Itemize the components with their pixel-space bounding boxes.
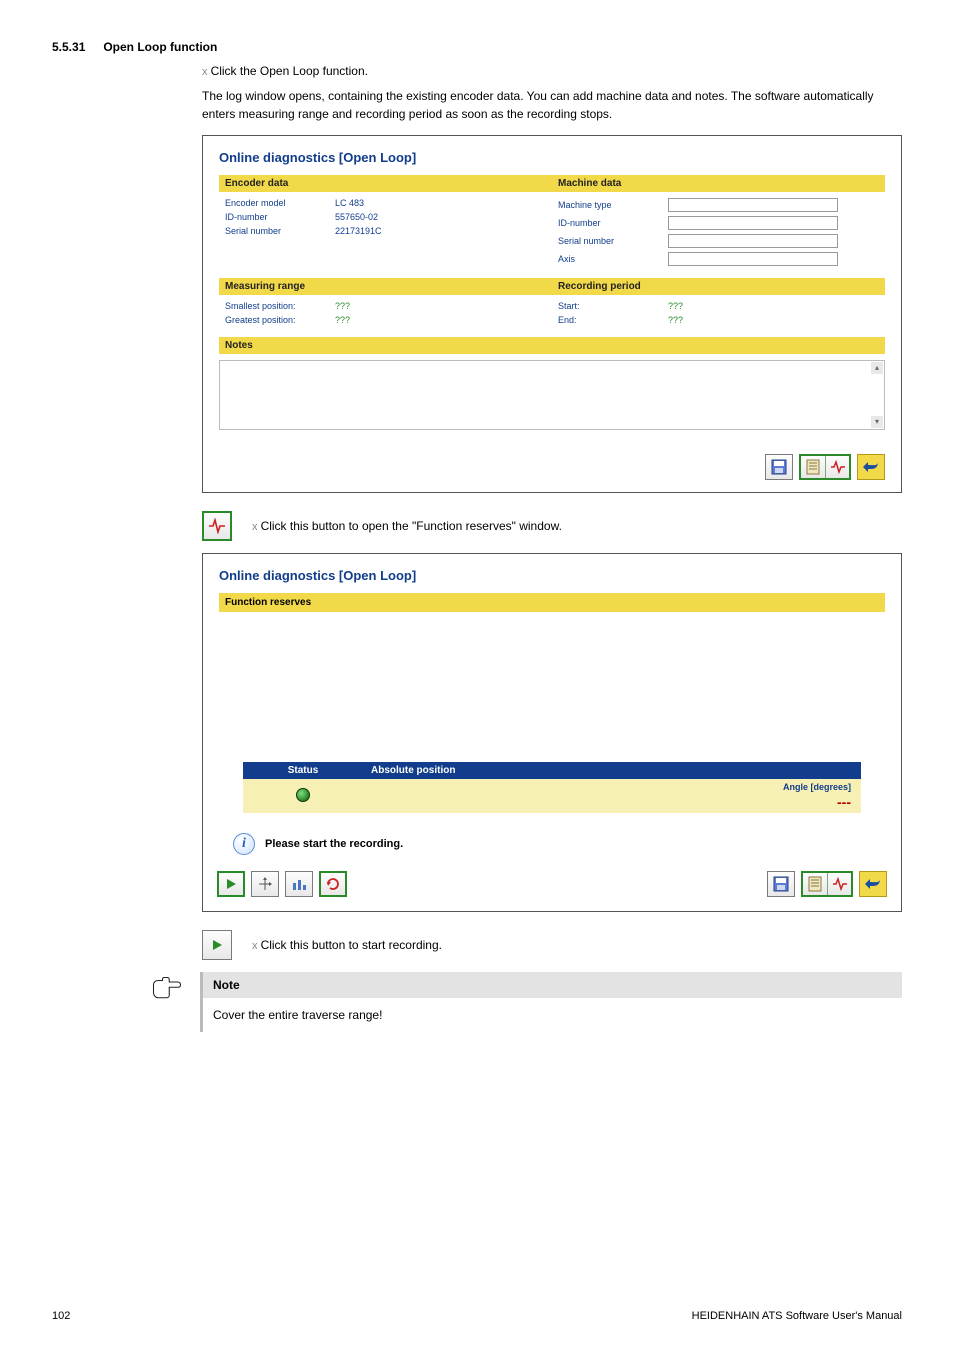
serial-number-value: 22173191C xyxy=(335,226,425,236)
toolbar-bottom xyxy=(203,444,901,492)
app-title: Online diagnostics [Open Loop] xyxy=(219,150,885,165)
note-heading: Note xyxy=(200,972,902,998)
play-caption: Click this button to start recording. xyxy=(252,938,442,952)
page-footer: 102 HEIDENHAIN ATS Software User's Manua… xyxy=(52,1310,902,1322)
axes-icon xyxy=(257,876,273,892)
screenshot-open-loop-log: Online diagnostics [Open Loop] Encoder d… xyxy=(202,135,902,493)
machine-serial-label: Serial number xyxy=(558,236,668,246)
notes-header: Notes xyxy=(219,337,885,354)
greatest-position-value: ??? xyxy=(335,315,350,325)
screenshot-function-reserves: Online diagnostics [Open Loop] Function … xyxy=(202,553,902,912)
recording-period-header: Recording period xyxy=(552,278,885,295)
scroll-down-icon[interactable]: ▾ xyxy=(871,416,883,428)
play-icon xyxy=(210,938,224,952)
start-value: ??? xyxy=(668,301,683,311)
status-col-header: Status xyxy=(243,762,363,779)
angle-value: --- xyxy=(751,794,851,810)
id-number-label: ID-number xyxy=(225,212,335,222)
axis-input[interactable] xyxy=(668,252,838,266)
floppy-icon xyxy=(773,876,789,892)
measuring-range-header: Measuring range xyxy=(219,278,552,295)
encoder-model-value: LC 483 xyxy=(335,198,425,208)
function-reserves-body xyxy=(219,612,885,762)
machine-type-label: Machine type xyxy=(558,200,668,210)
play-button-inline[interactable] xyxy=(202,930,232,960)
function-reserves-button[interactable] xyxy=(202,511,232,541)
end-label: End: xyxy=(558,315,668,325)
report-signal-buttons xyxy=(799,454,851,480)
note-body: Cover the entire traverse range! xyxy=(200,998,902,1032)
section-heading: 5.5.31 Open Loop function xyxy=(52,40,902,54)
function-reserves-header: Function reserves xyxy=(219,593,885,612)
pulse-icon xyxy=(208,518,226,534)
intro-paragraph: The log window opens, containing the exi… xyxy=(202,87,902,123)
axis-label: Axis xyxy=(558,254,668,264)
back-button[interactable] xyxy=(857,454,885,480)
abs-pos-col-header: Absolute position xyxy=(363,762,861,779)
machine-type-input[interactable] xyxy=(668,198,838,212)
chart-button[interactable] xyxy=(285,871,313,897)
pointing-hand-icon xyxy=(152,976,182,1000)
signal-button-2[interactable] xyxy=(827,873,851,895)
machine-id-label: ID-number xyxy=(558,218,668,228)
scroll-up-icon[interactable]: ▴ xyxy=(871,362,883,374)
report-button-2[interactable] xyxy=(803,873,827,895)
notes-textarea[interactable]: ▴ ▾ xyxy=(219,360,885,430)
return-arrow-icon xyxy=(864,877,882,891)
play-button[interactable] xyxy=(217,871,245,897)
machine-id-input[interactable] xyxy=(668,216,838,230)
serial-number-label: Serial number xyxy=(225,226,335,236)
app-title-2: Online diagnostics [Open Loop] xyxy=(219,568,885,583)
encoder-model-label: Encoder model xyxy=(225,198,335,208)
status-row: Angle [degrees] --- xyxy=(243,779,861,813)
smallest-position-label: Smallest position: xyxy=(225,301,335,311)
status-dot-icon xyxy=(296,788,310,802)
info-icon: i xyxy=(233,833,255,855)
footer-title: HEIDENHAIN ATS Software User's Manual xyxy=(692,1310,902,1322)
signal-button[interactable] xyxy=(825,456,849,478)
start-label: Start: xyxy=(558,301,668,311)
info-text: Please start the recording. xyxy=(265,838,403,850)
back-button-2[interactable] xyxy=(859,871,887,897)
refresh-icon xyxy=(325,877,341,891)
floppy-icon xyxy=(771,459,787,475)
greatest-position-label: Greatest position: xyxy=(225,315,335,325)
return-arrow-icon xyxy=(862,460,880,474)
angle-label: Angle [degrees] xyxy=(783,782,851,792)
encoder-data-header: Encoder data xyxy=(219,175,552,192)
document-icon xyxy=(808,876,822,892)
save-button-2[interactable] xyxy=(767,871,795,897)
play-icon xyxy=(224,877,238,891)
bar-chart-icon xyxy=(291,877,307,891)
intro-bullet: Click the Open Loop function. xyxy=(202,62,902,81)
id-number-value: 557650-02 xyxy=(335,212,425,222)
section-number: 5.5.31 xyxy=(52,40,100,54)
save-button[interactable] xyxy=(765,454,793,480)
section-title: Open Loop function xyxy=(103,40,217,54)
report-signal-buttons-2 xyxy=(801,871,853,897)
info-bar: i Please start the recording. xyxy=(233,833,871,855)
smallest-position-value: ??? xyxy=(335,301,350,311)
document-icon xyxy=(806,459,820,475)
end-value: ??? xyxy=(668,315,683,325)
machine-data-header: Machine data xyxy=(552,175,885,192)
refresh-button[interactable] xyxy=(319,871,347,897)
page-number: 102 xyxy=(52,1310,70,1322)
pulse-icon xyxy=(832,877,848,891)
function-reserves-caption: Click this button to open the "Function … xyxy=(252,519,562,533)
machine-serial-input[interactable] xyxy=(668,234,838,248)
axes-button[interactable] xyxy=(251,871,279,897)
pulse-icon xyxy=(830,460,846,474)
status-table-header: Status Absolute position xyxy=(243,762,861,779)
report-button[interactable] xyxy=(801,456,825,478)
